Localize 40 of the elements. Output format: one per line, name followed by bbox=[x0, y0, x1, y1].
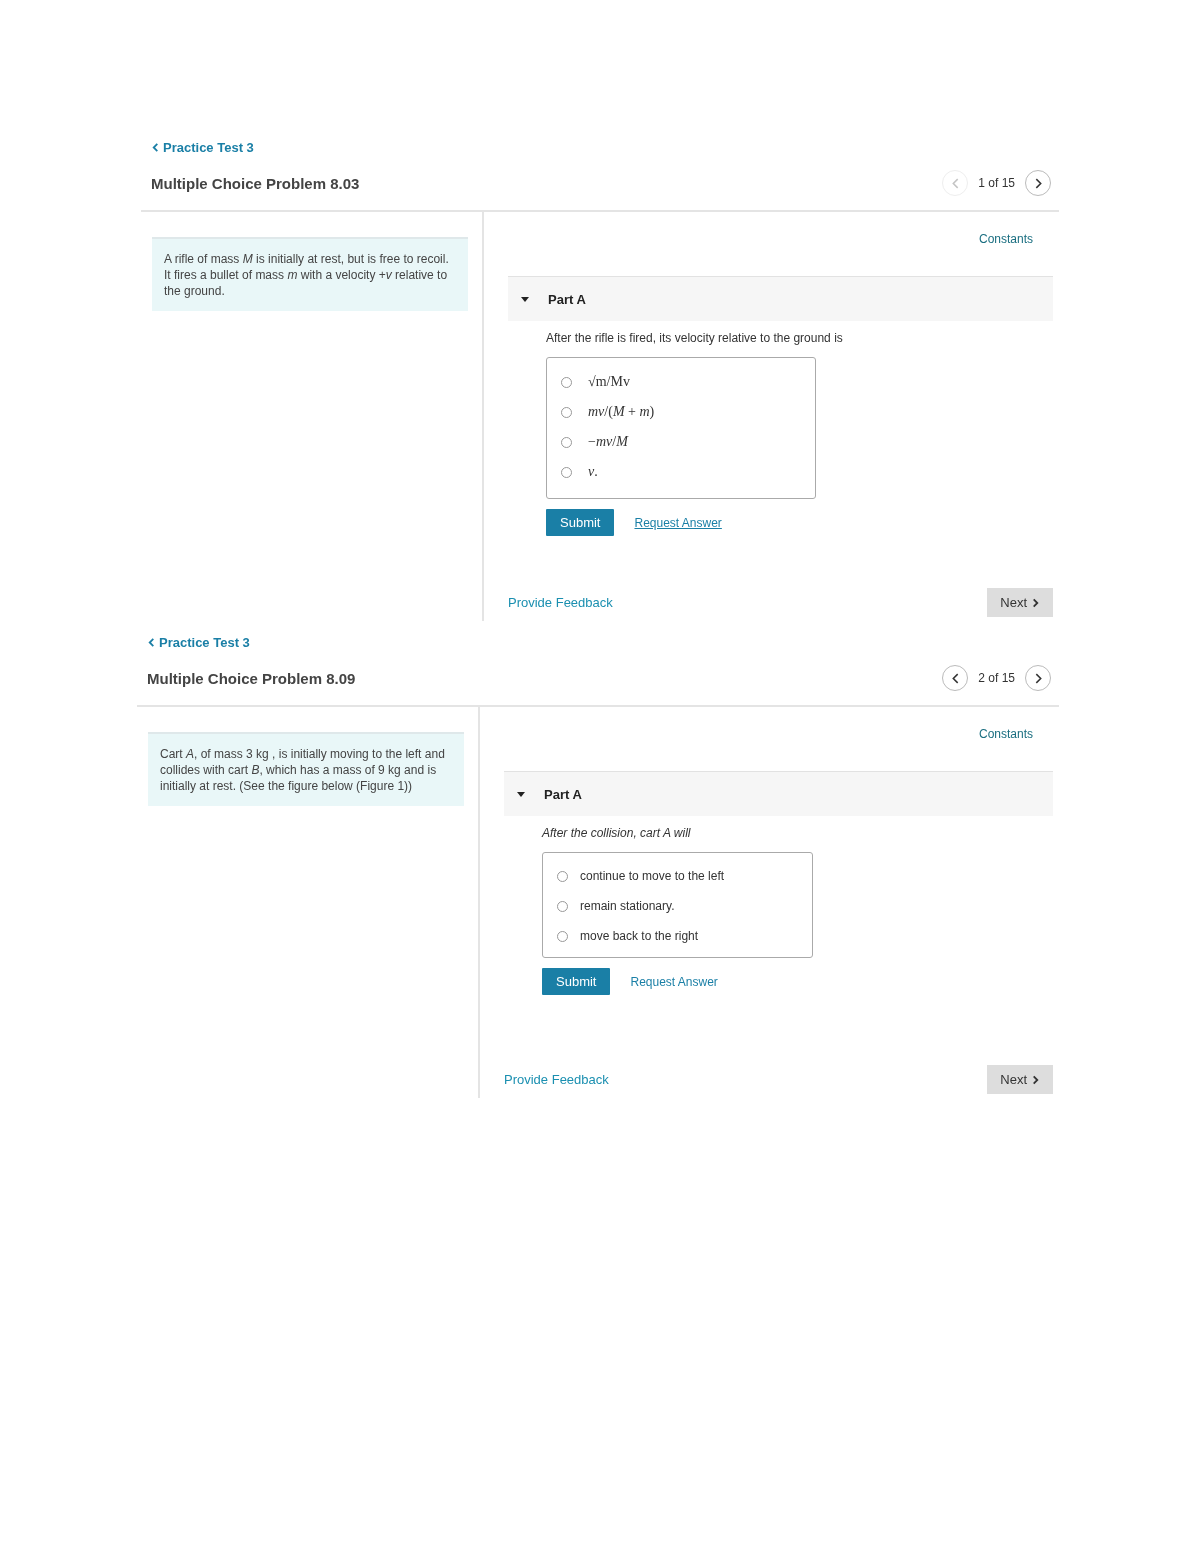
question-text: After the collision, cart A will bbox=[542, 826, 692, 840]
problem-statement: A rifle of mass M is initially at rest, but is free to recoil. It fires a bullet of mass m with a velocity +v relative to the ground. bbox=[152, 237, 468, 311]
submit-button[interactable]: Submit bbox=[546, 509, 615, 536]
constants-link[interactable]: Constants bbox=[978, 232, 1033, 246]
chevron-left-icon bbox=[147, 638, 156, 647]
next-page-button[interactable] bbox=[1025, 665, 1051, 691]
option-label[interactable]: √m/Mv bbox=[588, 374, 630, 390]
constants-link[interactable]: Constants bbox=[978, 727, 1033, 741]
problem-title: Multiple Choice Problem 8.09 bbox=[147, 669, 356, 687]
chevron-left-icon bbox=[949, 177, 961, 189]
part-header[interactable]: Part A bbox=[504, 771, 1053, 816]
previous-button[interactable] bbox=[942, 665, 969, 691]
feedback-link[interactable]: Provide Feedback bbox=[504, 1072, 609, 1087]
feedback-link[interactable]: Provide Feedback bbox=[508, 595, 613, 610]
caret-icon bbox=[520, 294, 530, 304]
request-answer-link[interactable]: Request Answer bbox=[630, 974, 718, 989]
problem-statement: Cart A, of mass 3 kg , is initially moving to the left and collides with cart B, which has a mass of 9 kg and is initially at rest. (See the figure below (Figure 1)) bbox=[148, 732, 464, 806]
chevron-right-icon bbox=[1031, 597, 1040, 608]
question-text: After the rifle is fired, its velocity relative to the ground is bbox=[546, 331, 844, 345]
submit-button[interactable]: Submit bbox=[542, 968, 611, 995]
next-button[interactable]: Next bbox=[987, 588, 1053, 617]
part-header[interactable]: Part A bbox=[508, 276, 1053, 321]
request-answer-link[interactable]: Request Answer bbox=[634, 515, 722, 530]
page-counter: 2 of 15 bbox=[978, 671, 1015, 685]
breadcrumb-link[interactable]: Practice Test 3 bbox=[147, 635, 250, 650]
option-label[interactable]: −mv/M bbox=[588, 434, 628, 450]
chevron-left-icon bbox=[949, 672, 961, 684]
option-label[interactable]: continue to move to the left bbox=[580, 869, 725, 883]
option-label[interactable]: v. bbox=[588, 464, 598, 480]
breadcrumb-link[interactable]: Practice Test 3 bbox=[151, 140, 254, 155]
problem-title: Multiple Choice Problem 8.03 bbox=[151, 174, 360, 192]
caret-icon bbox=[516, 789, 526, 799]
chevron-right-icon bbox=[1031, 1074, 1040, 1085]
next-button[interactable]: Next bbox=[987, 1065, 1053, 1094]
option-label[interactable]: move back to the right bbox=[580, 929, 699, 943]
page-counter: 1 of 15 bbox=[978, 176, 1015, 190]
option-label[interactable]: mv/(M + m) bbox=[588, 404, 655, 420]
next-page-button[interactable] bbox=[1025, 170, 1051, 196]
option-label[interactable]: remain stationary. bbox=[580, 899, 675, 913]
chevron-left-icon bbox=[151, 143, 160, 152]
